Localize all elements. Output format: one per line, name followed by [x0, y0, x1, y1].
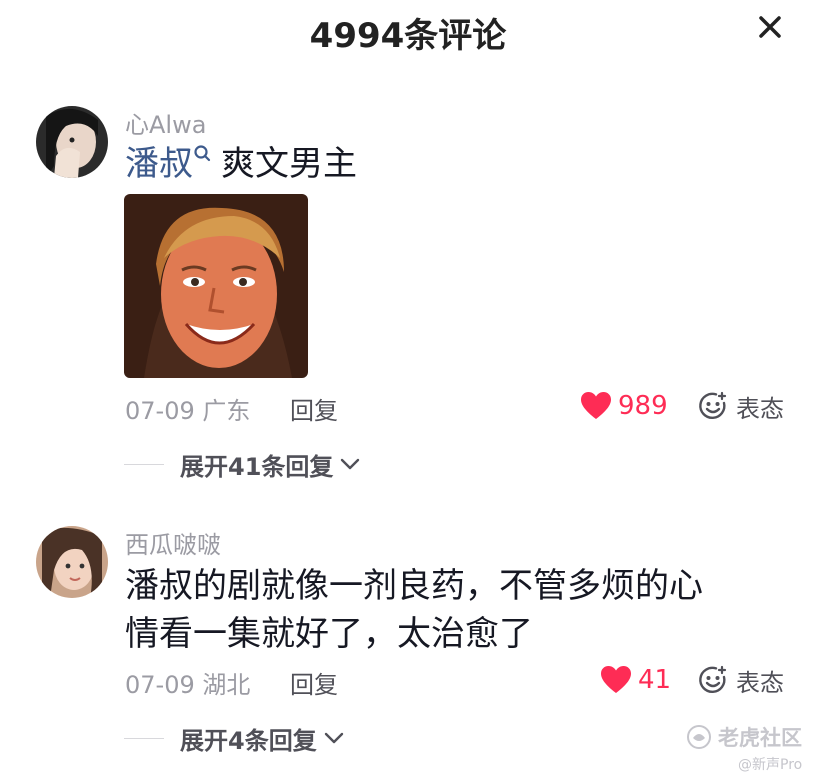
expand-replies-button[interactable]: 展开4条回复: [124, 720, 345, 756]
divider-line: [124, 737, 164, 739]
react-label: 表态: [736, 668, 784, 697]
avatar[interactable]: [36, 526, 108, 598]
like-button[interactable]: 41: [600, 662, 671, 698]
like-count: 41: [638, 665, 672, 695]
comment-date-location: 07-09 湖北: [125, 671, 251, 699]
react-button[interactable]: 表态: [698, 662, 784, 698]
comment-item: 西瓜啵啵 潘叔的剧就像一剂良药，不管多烦的心 情看一集就好了，太治愈了 07-0…: [0, 0, 816, 784]
watermark-subtext: @新声Pro: [738, 757, 803, 773]
watermark-text: 老虎社区: [718, 726, 802, 750]
heart-icon: [601, 666, 631, 693]
emoji-icon: [699, 665, 727, 693]
comment-body-line: 潘叔的剧就像一剂良药，不管多烦的心: [125, 566, 703, 606]
expand-replies-label: 展开4条回复: [180, 726, 317, 755]
chevron-down-icon: [324, 732, 343, 744]
tiger-logo-icon: [687, 725, 711, 749]
watermark: 老虎社区: [686, 722, 802, 752]
reply-button[interactable]: 回复: [290, 665, 338, 700]
comment-username[interactable]: 西瓜啵啵: [125, 525, 221, 560]
comment-body-line: 情看一集就好了，太治愈了: [125, 614, 533, 654]
comment-text: 潘叔的剧就像一剂良药，不管多烦的心 情看一集就好了，太治愈了: [125, 562, 703, 658]
